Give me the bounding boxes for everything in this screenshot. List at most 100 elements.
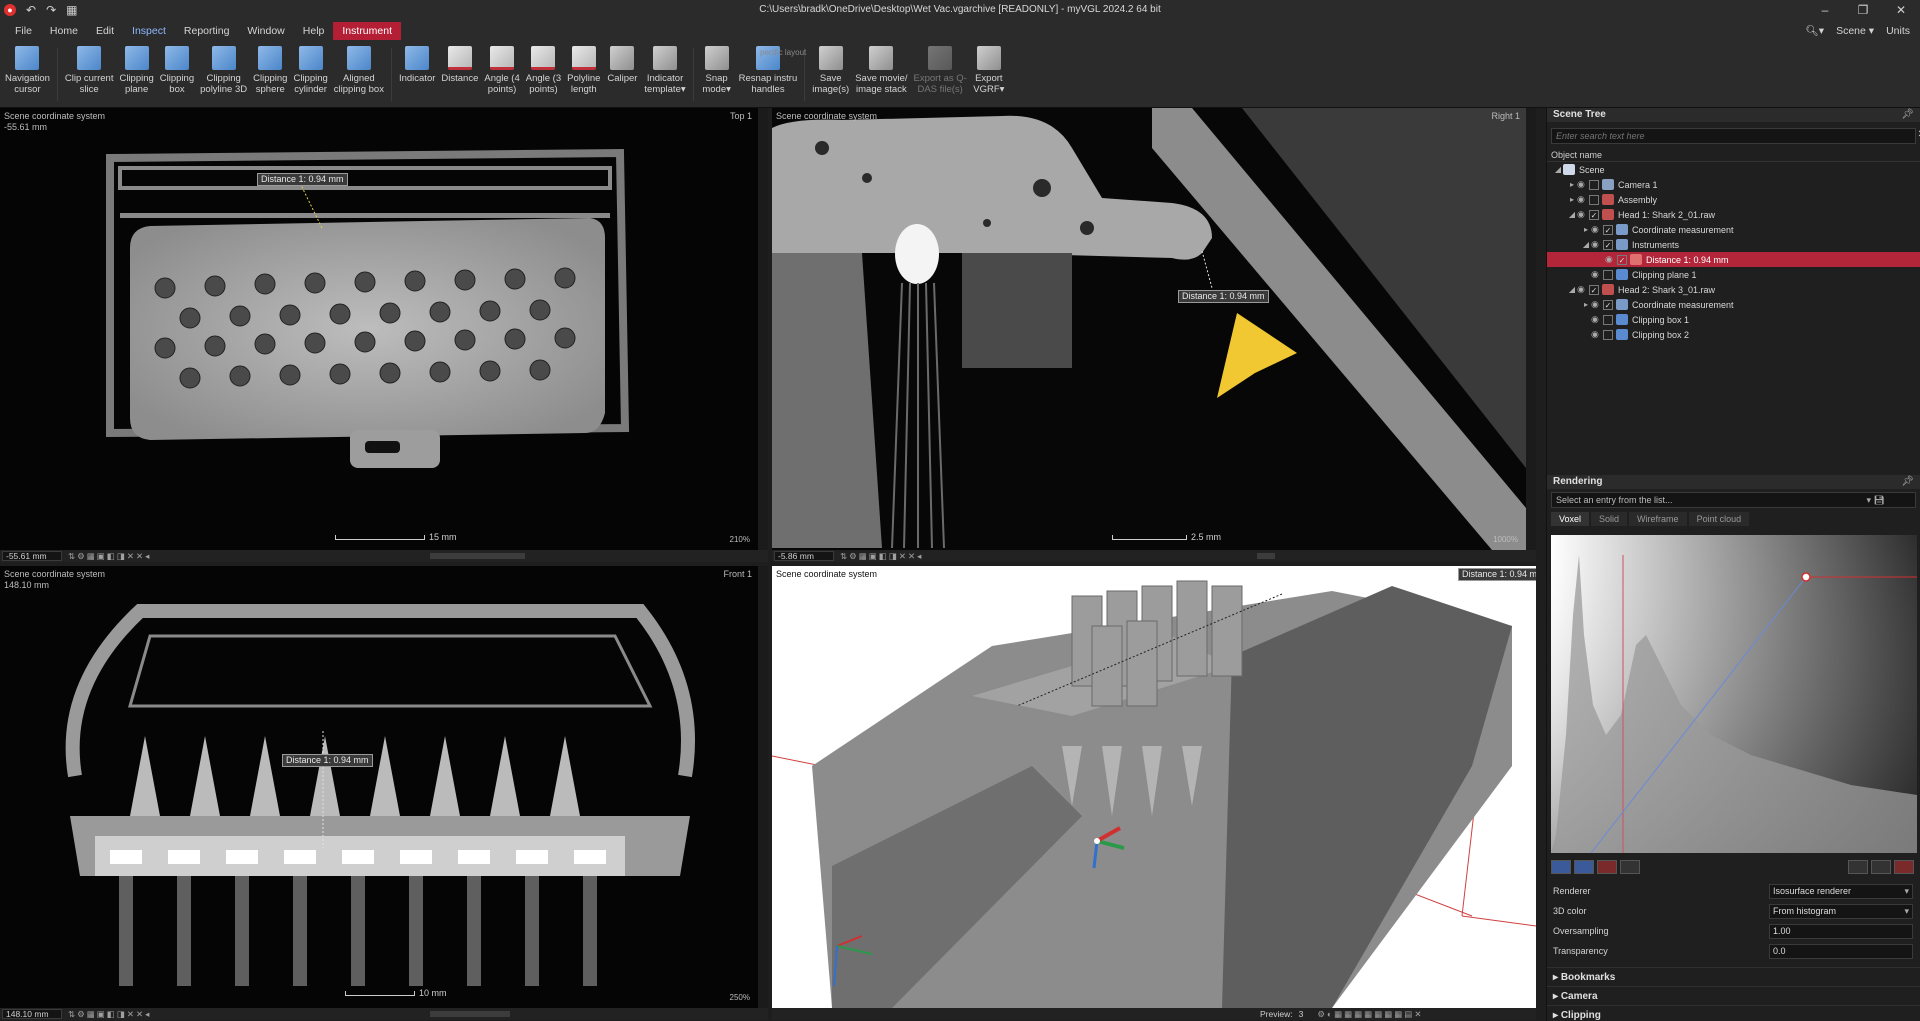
scene-search-input[interactable] xyxy=(1552,131,1842,141)
property-select[interactable]: Isosurface renderer xyxy=(1769,883,1913,899)
expand-toggle-icon[interactable]: ◢ xyxy=(1581,240,1591,249)
object-name-column-header[interactable]: Object name xyxy=(1547,148,1920,162)
section-camera[interactable]: ▸ Camera xyxy=(1547,986,1920,1005)
tab-point-cloud[interactable]: Point cloud xyxy=(1688,512,1750,526)
tree-item[interactable]: ◉ Clipping box 2 xyxy=(1547,327,1920,342)
distance-button[interactable]: Distance xyxy=(438,42,481,107)
tree-item[interactable]: ◢ ◉ ✓ Instruments xyxy=(1547,237,1920,252)
undo-icon[interactable]: ↶ xyxy=(26,3,36,17)
expand-toggle-icon[interactable]: ◢ xyxy=(1553,165,1563,174)
viewport-top[interactable]: Scene coordinate system -55.61 mm Top 1 D… xyxy=(0,108,768,550)
clipping-sphere-button[interactable]: Clipping sphere xyxy=(250,42,290,107)
slice-scrollbar[interactable] xyxy=(1257,553,1275,559)
visibility-checkbox[interactable]: ✓ xyxy=(1589,284,1599,295)
distance-label[interactable]: Distance 1: 0.94 mm xyxy=(1178,290,1269,303)
tree-item[interactable]: ▸ ◉ ✓ Coordinate measurement xyxy=(1547,222,1920,237)
viewport-3d[interactable]: Scene coordinate system Distance 1: 0.94… xyxy=(772,566,1536,1008)
search-icon[interactable]: 🔍︎▾ xyxy=(1805,22,1824,40)
visibility-icon[interactable]: ◉ xyxy=(1577,284,1587,295)
render-tools-icons[interactable]: ⚙◐▦▦▦▦▦▦▦▤✕ xyxy=(1317,1009,1423,1020)
histogram-tool-1-icon[interactable] xyxy=(1551,860,1571,874)
preview-value[interactable]: 3 xyxy=(1299,1009,1304,1019)
snap-mode-button[interactable]: Snap mode▾ xyxy=(698,42,736,107)
visibility-checkbox[interactable] xyxy=(1603,269,1613,280)
section-clipping[interactable]: ▸ Clipping xyxy=(1547,1005,1920,1021)
distance-label[interactable]: Distance 1: 0.94 mm xyxy=(257,173,348,186)
navigation-cursor-button[interactable]: Navigation cursor xyxy=(2,42,53,107)
slice-scrollbar[interactable] xyxy=(430,553,525,559)
tree-item[interactable]: ▸ ◉ ✓ Coordinate measurement xyxy=(1547,297,1920,312)
visibility-icon[interactable]: ◉ xyxy=(1577,179,1587,190)
visibility-checkbox[interactable]: ✓ xyxy=(1589,209,1599,220)
menu-file[interactable]: File xyxy=(6,22,41,40)
tree-item[interactable]: ◉ Clipping plane 1 xyxy=(1547,267,1920,282)
menu-instrument[interactable]: Instrument xyxy=(333,22,401,40)
visibility-icon[interactable]: ◉ xyxy=(1591,239,1601,250)
expand-toggle-icon[interactable]: ▸ xyxy=(1567,195,1577,204)
visibility-icon[interactable]: ◉ xyxy=(1591,269,1601,280)
pin-icon[interactable]: 📌︎ xyxy=(1901,108,1914,122)
distance-label[interactable]: Distance 1: 0.94 mm xyxy=(1458,568,1536,581)
menu-reporting[interactable]: Reporting xyxy=(175,22,239,40)
viewport-side-toolbar[interactable] xyxy=(758,108,768,550)
visibility-icon[interactable]: ◉ xyxy=(1591,329,1601,340)
tree-item[interactable]: ▸ ◉ Camera 1 xyxy=(1547,177,1920,192)
export-vgrf-button[interactable]: Export VGRF▾ xyxy=(970,42,1008,107)
tree-item[interactable]: ◉ Clipping box 1 xyxy=(1547,312,1920,327)
expand-toggle-icon[interactable]: ◢ xyxy=(1567,210,1577,219)
visibility-icon[interactable]: ◉ xyxy=(1591,224,1601,235)
viewport-tools-icons[interactable]: ⇅⚙▦▣◧◨✕✕◂ xyxy=(840,551,923,562)
tree-item[interactable]: ◢ ◉ ✓ Head 2: Shark 3_01.raw xyxy=(1547,282,1920,297)
histogram-view-2-icon[interactable] xyxy=(1871,860,1891,874)
visibility-checkbox[interactable]: ✓ xyxy=(1603,299,1613,310)
ramp-handle[interactable] xyxy=(1801,572,1811,582)
histogram-view-3-icon[interactable] xyxy=(1894,860,1914,874)
menu-help[interactable]: Help xyxy=(294,22,334,40)
histogram-tool-4-icon[interactable] xyxy=(1620,860,1640,874)
angle4-button[interactable]: Angle (4 points) xyxy=(481,42,522,107)
expand-toggle-icon[interactable]: ▸ xyxy=(1581,225,1591,234)
visibility-icon[interactable]: ◉ xyxy=(1577,194,1587,205)
save-movie-button[interactable]: Save movie/ image stack xyxy=(852,42,910,107)
expand-toggle-icon[interactable]: ▸ xyxy=(1567,180,1577,189)
viewport-side-toolbar[interactable] xyxy=(758,566,768,1008)
tree-item[interactable]: ◉ ✓ Distance 1: 0.94 mm xyxy=(1547,252,1920,267)
pin-icon[interactable]: 📌︎ xyxy=(1901,475,1914,489)
redo-icon[interactable]: ↷ xyxy=(46,3,56,17)
viewport-tools-icons[interactable]: ⇅⚙▦▣◧◨✕✕◂ xyxy=(68,551,151,562)
visibility-checkbox[interactable]: ✓ xyxy=(1617,254,1627,265)
expand-toggle-icon[interactable]: ▸ xyxy=(1581,300,1591,309)
caliper-button[interactable]: Caliper xyxy=(603,42,641,107)
visibility-checkbox[interactable] xyxy=(1589,194,1599,205)
tree-item[interactable]: ◢ Scene xyxy=(1547,162,1920,177)
histogram-tool-3-icon[interactable] xyxy=(1597,860,1617,874)
angle3-button[interactable]: Angle (3 points) xyxy=(523,42,564,107)
restore-icon[interactable]: ❐ xyxy=(1844,0,1882,20)
clipping-polyline-button[interactable]: Clipping polyline 3D xyxy=(197,42,250,107)
slice-position-field[interactable]: -5.86 mm xyxy=(774,551,834,561)
menu-edit[interactable]: Edit xyxy=(87,22,123,40)
units-dropdown[interactable]: Units xyxy=(1886,22,1910,40)
rendering-preset-select[interactable]: Select an entry from the list... ▾ 💾︎ xyxy=(1551,492,1916,508)
aligned-clipping-box-button[interactable]: Aligned clipping box xyxy=(331,42,387,107)
property-select[interactable]: From histogram xyxy=(1769,903,1913,919)
distance-label[interactable]: Distance 1: 0.94 mm xyxy=(282,754,373,767)
histogram-tool-2-icon[interactable] xyxy=(1574,860,1594,874)
clipping-plane-button[interactable]: Clipping plane xyxy=(116,42,156,107)
visibility-checkbox[interactable]: ✓ xyxy=(1603,224,1613,235)
clip-slice-button[interactable]: Clip current slice xyxy=(62,42,117,107)
layout-icon[interactable]: ▦ xyxy=(66,3,77,17)
indicator-template-button[interactable]: Indicator template▾ xyxy=(641,42,688,107)
menu-window[interactable]: Window xyxy=(238,22,293,40)
viewport-side-toolbar[interactable] xyxy=(1526,108,1536,550)
slice-scrollbar[interactable] xyxy=(430,1011,510,1017)
slice-position-field[interactable]: 148.10 mm xyxy=(2,1009,62,1019)
polyline-length-button[interactable]: Polyline length xyxy=(564,42,603,107)
clipping-box-button[interactable]: Clipping box xyxy=(157,42,197,107)
visibility-checkbox[interactable] xyxy=(1603,314,1613,325)
viewport-right[interactable]: Scene coordinate system Right 1 Distance… xyxy=(772,108,1536,550)
tab-voxel[interactable]: Voxel xyxy=(1551,512,1590,526)
tree-item[interactable]: ▸ ◉ Assembly xyxy=(1547,192,1920,207)
menu-inspect[interactable]: Inspect xyxy=(123,22,175,40)
tab-wireframe[interactable]: Wireframe xyxy=(1629,512,1687,526)
